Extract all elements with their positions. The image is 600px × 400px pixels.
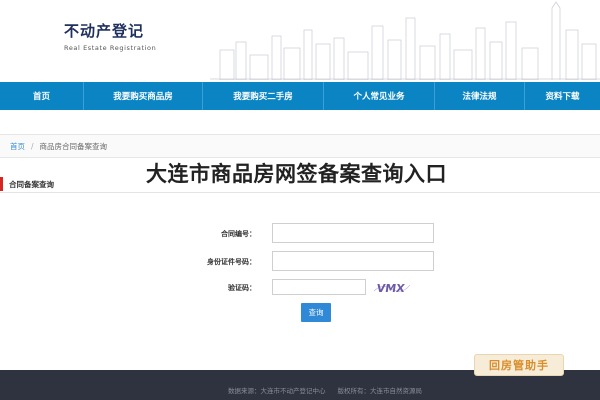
breadcrumb-home-link[interactable]: 首页	[10, 141, 25, 152]
captcha-image[interactable]: VMX	[372, 279, 412, 296]
nav-laws[interactable]: 法律法规	[435, 82, 525, 110]
captcha-label: 验证码：	[228, 284, 256, 292]
id-number-row: 身份证件号码：	[0, 251, 600, 273]
query-button[interactable]: 查询	[301, 303, 331, 322]
main-nav: 首页 我要购买商品房 我要购买二手房 个人常见业务 法律法规 资料下载	[0, 82, 600, 110]
id-number-input[interactable]	[272, 251, 434, 271]
nav-personal-business[interactable]: 个人常见业务	[324, 82, 435, 110]
contract-number-row: 合同编号：	[0, 223, 600, 245]
section-accent-bar	[0, 177, 3, 191]
breadcrumb-separator: /	[31, 141, 34, 151]
footer-copyright: 版权所有：大连市自然资源局	[337, 387, 423, 395]
captcha-text: VMX	[376, 282, 406, 295]
site-header: 不动产登记 Real Estate Registration	[0, 0, 600, 80]
id-number-label: 身份证件号码：	[207, 258, 256, 266]
footer-text: 数据来源：大连市不动产登记中心 版权所有：大连市自然资源局	[228, 385, 422, 395]
section-label: 合同备案查询	[9, 180, 54, 189]
breadcrumb-current: 商品房合同备案查询	[39, 141, 108, 151]
city-skyline-illustration	[210, 1, 600, 80]
captcha-input[interactable]	[272, 279, 366, 295]
watermark-badge: 回房管助手	[474, 354, 564, 376]
site-logo-title: 不动产登记	[64, 22, 145, 40]
nav-buy-second-hand-house[interactable]: 我要购买二手房	[203, 82, 324, 110]
captcha-row: 验证码： VMX	[0, 277, 600, 299]
nav-home[interactable]: 首页	[0, 82, 84, 110]
site-logo-subtitle: Real Estate Registration	[64, 44, 157, 52]
nav-downloads[interactable]: 资料下载	[525, 82, 600, 110]
page-title: 大连市商品房网签备案查询入口	[146, 162, 447, 186]
breadcrumb: 首页 / 商品房合同备案查询	[0, 134, 600, 158]
footer-data-source: 数据来源：大连市不动产登记中心	[228, 387, 326, 395]
nav-buy-new-house[interactable]: 我要购买商品房	[84, 82, 203, 110]
contract-number-label: 合同编号：	[221, 230, 256, 238]
contract-number-input[interactable]	[272, 223, 434, 243]
